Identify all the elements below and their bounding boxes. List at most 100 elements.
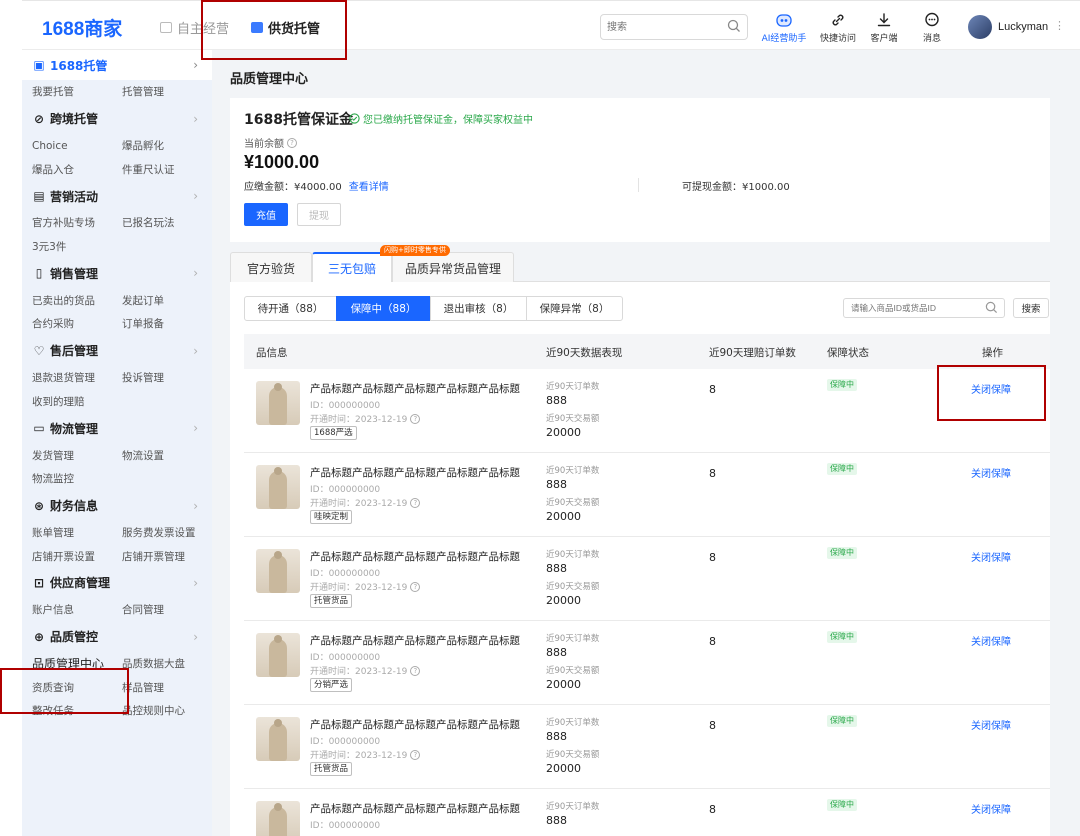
tool-label: 快捷访问 — [819, 34, 856, 44]
ai-assistant-button[interactable]: AI经营助手 — [760, 10, 808, 44]
search-button[interactable]: 搜索 — [1013, 298, 1049, 318]
sidebar-item-shipping[interactable]: 发货管理 — [32, 448, 122, 463]
sidebar-item-choice[interactable]: Choice — [32, 140, 122, 152]
sidebar-item-samples[interactable]: 样品管理 — [122, 680, 212, 695]
help-icon[interactable]: ? — [410, 665, 421, 676]
help-icon[interactable]: ? — [410, 749, 421, 760]
sidebar-head-sales[interactable]: ▯ 销售管理 › — [22, 258, 212, 288]
product-search — [843, 298, 1005, 318]
sidebar-item-contract-manage[interactable]: 合同管理 — [122, 602, 212, 617]
client-download-button[interactable]: 客户端 — [860, 10, 908, 44]
thumbnail-figure — [269, 723, 287, 761]
product-thumbnail[interactable] — [256, 465, 300, 509]
sidebar-item-sold[interactable]: 已卖出的货品 — [32, 293, 122, 308]
sidebar-item-refund[interactable]: 退款退货管理 — [32, 370, 122, 385]
sidebar-head-quality[interactable]: ⊕ 品质管控 › — [22, 622, 212, 652]
subtab-protected[interactable]: 保障中（88） — [336, 296, 431, 321]
logo[interactable]: 1688商家 — [42, 14, 122, 41]
truck-icon: ▭ — [33, 421, 45, 436]
product-thumbnail[interactable] — [256, 549, 300, 593]
sidebar-item-hot-warehouse[interactable]: 爆品入仓 — [32, 162, 122, 177]
product-table: 品信息 近90天数据表现 近90天理赔订单数 保障状态 操作 产品标题产品标题产… — [244, 334, 1050, 836]
more-icon[interactable]: ⋮ — [1054, 19, 1065, 32]
sidebar-item-contract[interactable]: 合约采购 — [32, 316, 122, 331]
product-thumbnail[interactable] — [256, 801, 300, 836]
subtab-abnormal[interactable]: 保障异常（8） — [526, 296, 623, 321]
help-icon[interactable]: ? — [287, 137, 297, 148]
sidebar-head-aftersales[interactable]: ♡ 售后管理 › — [22, 336, 212, 366]
close-protection-link[interactable]: 关闭保障 — [971, 633, 1011, 648]
sidebar-item-complaint[interactable]: 投诉管理 — [122, 370, 212, 385]
product-thumbnail[interactable] — [256, 717, 300, 761]
product-title[interactable]: 产品标题产品标题产品标题产品标题产品标题 — [310, 549, 520, 564]
sidebar-item-invoice-manage[interactable]: 店铺开票管理 — [122, 549, 212, 564]
sidebar-head-finance[interactable]: ⊛ 财务信息 › — [22, 491, 212, 521]
thumbnail-figure — [269, 387, 287, 425]
table-header: 品信息 近90天数据表现 近90天理赔订单数 保障状态 操作 — [244, 334, 1050, 369]
sidebar-item-hosting-manage[interactable]: 托管管理 — [122, 84, 212, 99]
subtab-pending[interactable]: 待开通（88） — [244, 296, 337, 321]
sidebar-item-account[interactable]: 账户信息 — [32, 602, 122, 617]
help-icon[interactable]: ? — [410, 581, 421, 592]
product-title[interactable]: 产品标题产品标题产品标题产品标题产品标题 — [310, 801, 520, 816]
product-thumbnail[interactable] — [256, 633, 300, 677]
search-icon[interactable] — [985, 301, 998, 314]
close-protection-link[interactable]: 关闭保障 — [971, 717, 1011, 732]
top-search-input[interactable] — [607, 15, 725, 39]
help-icon[interactable]: ? — [410, 413, 421, 424]
username[interactable]: Luckyman — [998, 21, 1048, 33]
tab-no-worry-guarantee[interactable]: 三无包赔 — [312, 252, 392, 283]
product-title[interactable]: 产品标题产品标题产品标题产品标题产品标题 — [310, 717, 520, 732]
sidebar-item-hot-incubation[interactable]: 爆品孵化 — [122, 138, 212, 153]
sidebar-group-supplier: ⊡ 供应商管理 › 账户信息 合同管理 — [22, 568, 212, 622]
quick-access-button[interactable]: 快捷访问 — [814, 10, 862, 44]
tab-official-inspection[interactable]: 官方验货 — [230, 252, 312, 283]
page-icon — [160, 22, 172, 33]
sidebar-item-bills[interactable]: 账单管理 — [32, 525, 122, 540]
messages-button[interactable]: 消息 — [908, 10, 956, 44]
chevron-right-icon: › — [193, 575, 198, 590]
sidebar-head-hosting[interactable]: ▣ 1688托管 › — [22, 50, 212, 80]
withdrawable-amount: 可提现金额：¥1000.00 — [682, 182, 790, 193]
sidebar-head-crossborder[interactable]: ⊘ 跨境托管 › — [22, 104, 212, 134]
tab-quality-abnormal[interactable]: 品质异常货品管理 — [392, 252, 514, 283]
product-title[interactable]: 产品标题产品标题产品标题产品标题产品标题 — [310, 465, 520, 480]
sidebar-head-marketing[interactable]: ▤ 营销活动 › — [22, 181, 212, 211]
recharge-button[interactable]: 充值 — [244, 203, 288, 226]
close-protection-link[interactable]: 关闭保障 — [971, 549, 1011, 564]
due-amount: 应缴金额：¥4000.00 查看详情 — [244, 178, 389, 193]
balance-label: 当前余额? — [244, 135, 297, 150]
close-protection-link[interactable]: 关闭保障 — [971, 801, 1011, 816]
sidebar-item-logistics-monitor[interactable]: 物流监控 — [32, 471, 122, 486]
sidebar-item-weight-cert[interactable]: 件重尺认证 — [122, 162, 212, 177]
sidebar-item-invoice-settings[interactable]: 店铺开票设置 — [32, 549, 122, 564]
product-title[interactable]: 产品标题产品标题产品标题产品标题产品标题 — [310, 633, 520, 648]
check-icon: ⊕ — [33, 629, 45, 644]
withdraw-button[interactable]: 提现 — [297, 203, 341, 226]
avatar[interactable] — [968, 15, 992, 39]
sidebar-item-apply-hosting[interactable]: 我要托管 — [32, 84, 122, 99]
help-icon[interactable]: ? — [410, 497, 421, 508]
sidebar-item-claims[interactable]: 收到的理赔 — [32, 394, 122, 409]
sidebar-item-create-order[interactable]: 发起订单 — [122, 293, 212, 308]
product-search-input[interactable] — [851, 299, 981, 317]
search-icon[interactable] — [727, 19, 741, 33]
view-detail-link[interactable]: 查看详情 — [349, 182, 389, 193]
sidebar-group-logistics: ▭ 物流管理 › 发货管理 物流设置 物流监控 — [22, 413, 212, 490]
sidebar-item-qc-rules[interactable]: 品控规则中心 — [122, 703, 212, 718]
product-thumbnail[interactable] — [256, 381, 300, 425]
product-title[interactable]: 产品标题产品标题产品标题产品标题产品标题 — [310, 381, 520, 396]
sidebar-item-enrolled[interactable]: 已报名玩法 — [122, 215, 212, 230]
close-protection-link[interactable]: 关闭保障 — [971, 465, 1011, 480]
sidebar-item-subsidy[interactable]: 官方补贴专场 — [32, 215, 122, 230]
document-icon: ▯ — [35, 266, 43, 281]
sidebar-item-logistics-settings[interactable]: 物流设置 — [122, 448, 212, 463]
sidebar-item-quality-dashboard[interactable]: 品质数据大盘 — [122, 656, 212, 671]
sidebar-item-order-report[interactable]: 订单报备 — [122, 316, 212, 331]
heart-icon: ♡ — [33, 343, 45, 358]
sidebar-item-service-invoice[interactable]: 服务费发票设置 — [122, 525, 212, 540]
subtab-exit-review[interactable]: 退出审核（8） — [430, 296, 527, 321]
sidebar-head-logistics[interactable]: ▭ 物流管理 › — [22, 413, 212, 443]
sidebar-head-supplier[interactable]: ⊡ 供应商管理 › — [22, 568, 212, 598]
sidebar-item-3for3[interactable]: 3元3件 — [32, 239, 122, 254]
